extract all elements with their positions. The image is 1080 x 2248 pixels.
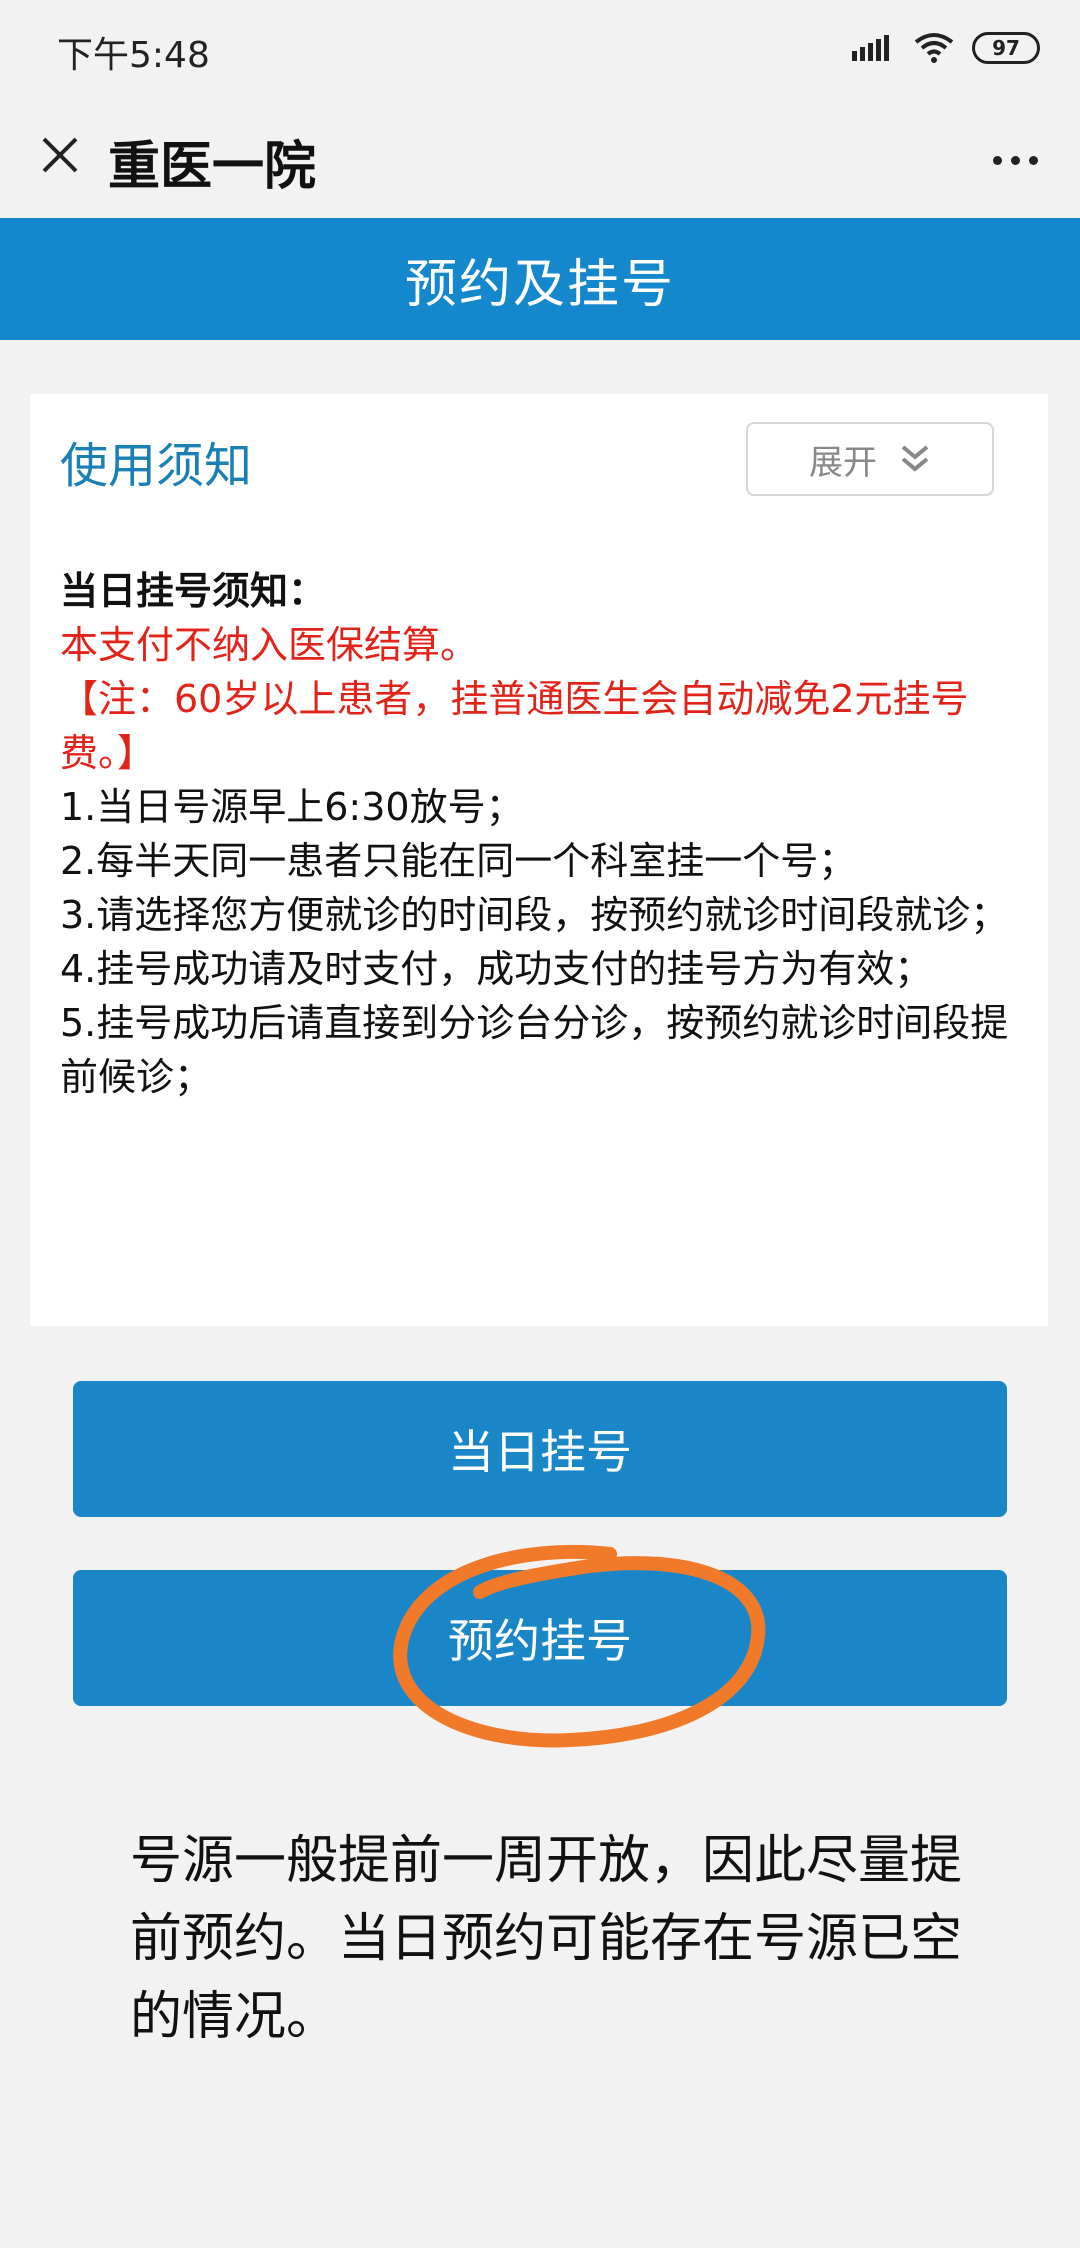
more-button[interactable]: [980, 130, 1050, 190]
more-icon-dot: [1028, 155, 1038, 165]
annotation-note: 号源一般提前一周开放，因此尽量提前预约。当日预约可能存在号源已空的情况。: [130, 1831, 963, 2047]
double-chevron-down-icon: [901, 445, 929, 472]
section-header: 预约及挂号: [0, 218, 1080, 340]
page-title: 重医一院: [108, 137, 317, 197]
status-icons: 97: [852, 26, 1040, 70]
notice-body: 当日挂号须知： 本支付不纳入医保结算。 【注：60岁以上患者，挂普通医生会自动减…: [60, 564, 1040, 1104]
more-icon-dot: [992, 155, 1002, 165]
notice-item: 4.挂号成功请及时支付，成功支付的挂号方为有效；: [60, 947, 933, 991]
today-registration-button[interactable]: 当日挂号: [73, 1381, 1007, 1517]
status-bar: 下午5:48 97: [0, 0, 1080, 100]
today-registration-label: 当日挂号: [448, 1425, 632, 1479]
more-icon-dot: [1010, 155, 1020, 165]
notice-title: 使用须知: [60, 438, 253, 494]
notice-card: 使用须知 展开 当日挂号须知： 本支付不纳入医保结算。 【注：60岁以上患者，挂…: [30, 394, 1048, 1326]
appointment-registration-label: 预约挂号: [448, 1614, 632, 1668]
wifi-icon: [914, 33, 954, 63]
title-bar: 重医一院: [0, 100, 1080, 218]
signal-icon: [852, 35, 889, 61]
expand-button[interactable]: 展开: [746, 422, 994, 496]
battery-level: 97: [992, 36, 1020, 60]
notice-item: 2.每半天同一患者只能在同一个科室挂一个号；: [60, 839, 857, 883]
notice-item: 3.请选择您方便就诊的时间段，按预约就诊时间段就诊；: [60, 893, 1009, 937]
close-button[interactable]: [30, 125, 90, 185]
notice-item: 1.当日号源早上6:30放号；: [60, 785, 524, 829]
battery-icon: 97: [972, 32, 1040, 64]
notice-warning: 【注：60岁以上患者，挂普通医生会自动减免2元挂号费。】: [60, 677, 969, 775]
appointment-registration-button[interactable]: 预约挂号: [73, 1570, 1007, 1706]
notice-warning: 本支付不纳入医保结算。: [60, 623, 479, 667]
notice-heading: 当日挂号须知：: [60, 569, 327, 613]
expand-label: 展开: [809, 442, 877, 483]
close-icon: [42, 137, 78, 173]
section-header-title: 预约及挂号: [404, 254, 675, 315]
notice-item: 5.挂号成功后请直接到分诊台分诊，按预约就诊时间段提前候诊；: [60, 1001, 1009, 1099]
status-time: 下午5:48: [57, 35, 210, 76]
